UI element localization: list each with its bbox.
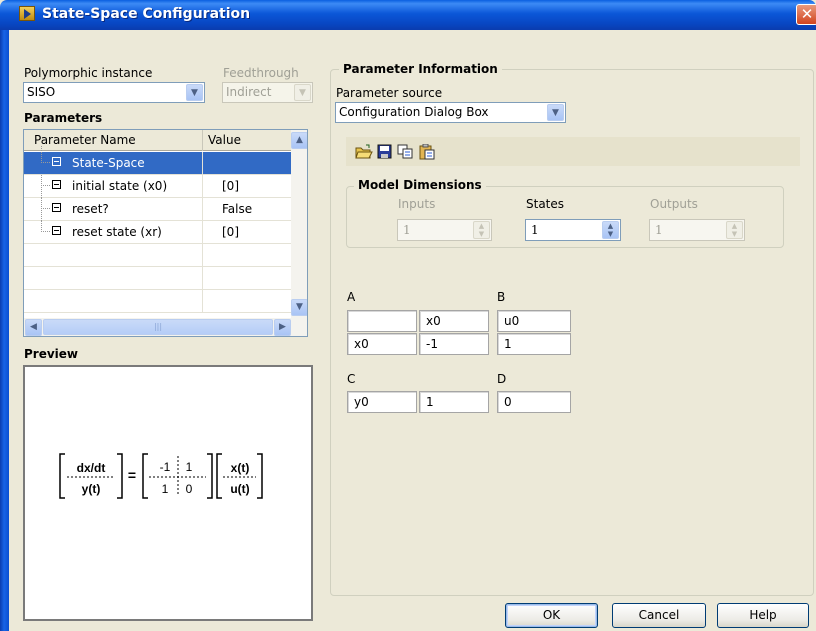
matrix-c-row-header[interactable]: y0: [347, 391, 417, 413]
title-bar[interactable]: State-Space Configuration ✕: [0, 0, 816, 30]
tree-node-icon: [52, 226, 61, 235]
inputs-label: Inputs: [398, 197, 436, 211]
equals-sign: =: [128, 467, 136, 483]
tree-header: Parameter Name Value: [24, 130, 291, 151]
param-name: initial state (x0): [72, 179, 168, 193]
scroll-right-icon[interactable]: ▶: [274, 319, 291, 336]
column-header-name[interactable]: Parameter Name: [34, 133, 136, 147]
param-value: [0]: [222, 225, 239, 239]
chevron-down-icon: ▼: [294, 84, 311, 101]
feedthrough-label: Feedthrough: [223, 66, 299, 80]
parameters-heading: Parameters: [24, 111, 103, 125]
matrix-a-col-header[interactable]: x0: [419, 310, 489, 332]
matrix-b-label: B: [497, 290, 506, 304]
copy-icon[interactable]: [397, 144, 414, 159]
parameter-information-title: Parameter Information: [339, 62, 502, 76]
ok-button[interactable]: OK: [505, 603, 598, 628]
rhs-top: x(t): [231, 461, 250, 475]
matrix-b-value[interactable]: 1: [497, 333, 571, 355]
param-name: reset state (xr): [72, 225, 162, 239]
scroll-left-icon[interactable]: ◀: [25, 319, 42, 336]
tree-row[interactable]: State-Space: [24, 146, 291, 175]
chevron-down-icon[interactable]: ▼: [186, 84, 203, 101]
tree-row-empty: [24, 244, 291, 267]
matrix-c-value[interactable]: 1: [419, 391, 489, 413]
param-name: reset?: [72, 202, 109, 216]
param-value: False: [222, 202, 253, 216]
spin-updown-icon: ▲ ▼: [726, 221, 743, 239]
feedthrough-select: Indirect ▼: [222, 82, 313, 103]
feedthrough-value: Indirect: [226, 85, 272, 99]
outputs-value: 1: [655, 223, 663, 237]
save-icon[interactable]: [377, 144, 392, 159]
tree-row-empty: [24, 267, 291, 290]
tree-row[interactable]: reset state (xr) [0]: [24, 221, 291, 244]
outputs-numeric: 1 ▲ ▼: [649, 219, 745, 241]
scroll-down-icon[interactable]: ▼: [291, 299, 307, 316]
inputs-numeric: 1 ▲ ▼: [397, 219, 492, 241]
paste-icon[interactable]: [419, 144, 436, 160]
tree-row[interactable]: initial state (x0) [0]: [24, 175, 291, 198]
states-label: States: [526, 197, 565, 211]
matrix-a-row-header[interactable]: x0: [347, 333, 417, 355]
scroll-thumb[interactable]: |||: [43, 319, 273, 335]
matrix-d: 0: [186, 482, 193, 496]
matrix-a-label: A: [347, 290, 356, 304]
parameters-tree[interactable]: Parameter Name Value State-Space initial…: [23, 129, 308, 337]
param-value: [0]: [222, 179, 239, 193]
matrix-c: 1: [162, 482, 169, 496]
polymorphic-instance-label: Polymorphic instance: [24, 66, 153, 80]
help-button[interactable]: Help: [717, 603, 809, 628]
states-numeric[interactable]: 1 ▲ ▼: [525, 219, 621, 241]
matrix-a-corner: [347, 310, 417, 332]
states-value[interactable]: 1: [531, 223, 539, 237]
matrix-d-label: D: [497, 372, 507, 386]
column-header-value[interactable]: Value: [208, 133, 241, 147]
preview-panel: dx/dt y(t) = -1 1 1 0 x(t) u(t): [23, 365, 313, 621]
polymorphic-instance-value: SISO: [27, 85, 56, 99]
window-frame-left: [0, 30, 9, 631]
lhs-bottom: y(t): [82, 482, 101, 496]
chevron-down-icon[interactable]: ▼: [547, 104, 564, 121]
state-space-equation-preview: dx/dt y(t) = -1 1 1 0 x(t) u(t): [59, 453, 263, 499]
parameter-source-value: Configuration Dialog Box: [339, 105, 489, 119]
matrix-b: 1: [186, 460, 193, 474]
param-name: State-Space: [72, 156, 145, 170]
labview-icon: [19, 6, 35, 21]
window-title: State-Space Configuration: [42, 6, 251, 22]
parameter-source-label: Parameter source: [336, 86, 443, 100]
tree-node-icon: [52, 157, 61, 166]
matrix-a-value[interactable]: -1: [419, 333, 489, 355]
model-dimensions-title: Model Dimensions: [354, 178, 486, 192]
open-folder-icon[interactable]: [355, 144, 373, 160]
matrix-c-label: C: [347, 372, 356, 386]
tree-row-empty: [24, 290, 291, 313]
matrix-a: -1: [160, 460, 171, 474]
tree-row[interactable]: reset? False: [24, 198, 291, 221]
tree-node-icon: [52, 203, 61, 212]
outputs-label: Outputs: [650, 197, 698, 211]
tree-node-icon: [52, 180, 61, 189]
matrix-toolbar: [346, 137, 800, 166]
inputs-value: 1: [403, 223, 411, 237]
close-button[interactable]: ✕: [796, 4, 816, 25]
state-space-config-dialog: State-Space Configuration ✕ Polymorphic …: [0, 0, 816, 631]
lhs-top: dx/dt: [77, 461, 106, 475]
polymorphic-instance-select[interactable]: SISO ▼: [23, 82, 205, 103]
spin-updown-icon: ▲ ▼: [473, 221, 490, 239]
preview-heading: Preview: [24, 347, 79, 361]
matrix-b-col-header[interactable]: u0: [497, 310, 571, 332]
close-icon: ✕: [800, 5, 814, 23]
tree-horizontal-scrollbar[interactable]: ◀ ||| ▶: [24, 318, 307, 336]
scroll-up-icon[interactable]: ▲: [291, 132, 307, 149]
tree-vertical-scrollbar[interactable]: ▲ ▼: [291, 130, 307, 318]
rhs-bottom: u(t): [230, 482, 249, 496]
parameter-source-select[interactable]: Configuration Dialog Box ▼: [335, 102, 566, 123]
cancel-button[interactable]: Cancel: [612, 603, 706, 628]
matrix-d-value[interactable]: 0: [497, 391, 571, 413]
spin-updown-icon[interactable]: ▲ ▼: [602, 221, 619, 239]
